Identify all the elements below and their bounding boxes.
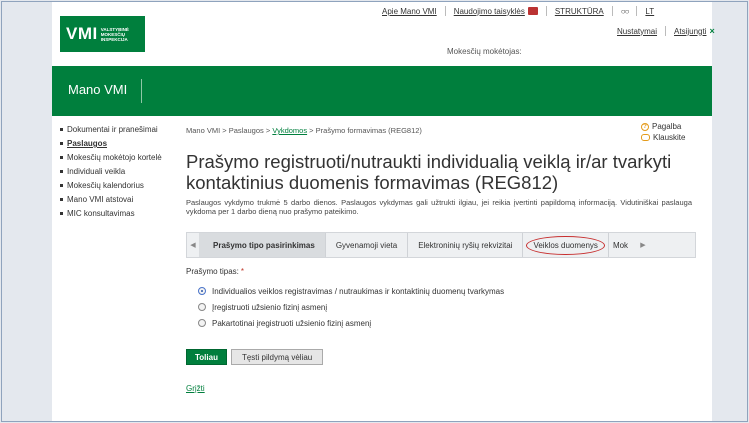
bullet-icon — [60, 156, 63, 159]
radio-button[interactable] — [198, 319, 206, 327]
payer-label: Mokesčių mokėtojas: — [447, 47, 522, 56]
radio-label[interactable]: Individualios veiklos registravimas / nu… — [212, 287, 504, 296]
bullet-icon — [60, 184, 63, 187]
sidebar-item-label: Mano VMI atstovai — [67, 195, 134, 204]
glasses-icon[interactable]: ○○ — [621, 7, 630, 16]
banner-divider — [141, 79, 142, 103]
sidebar-item-label: Dokumentai ir pranešimai — [67, 125, 158, 134]
breadcrumb: Mano VMI > Paslaugos > Vykdomos > Prašym… — [186, 126, 422, 135]
settings-link[interactable]: Nustatymai — [617, 27, 657, 36]
sidebar-item-representatives[interactable]: Mano VMI atstovai — [60, 195, 170, 205]
bullet-icon — [60, 212, 63, 215]
radio-button[interactable] — [198, 287, 206, 295]
radio-button[interactable] — [198, 303, 206, 311]
radio-label[interactable]: Įregistruoti užsienio fizinį asmenį — [212, 303, 327, 312]
user-links: Nustatymai Atsijungti × — [617, 26, 715, 36]
bullet-icon — [60, 142, 63, 145]
step-more[interactable]: Mok — [609, 233, 637, 257]
logo-text: VMI — [66, 24, 98, 43]
sidebar-item-label: Individuali veikla — [67, 167, 126, 176]
radio-option[interactable]: Pakartotinai įregistruoti užsienio fizin… — [198, 315, 504, 331]
page-title: Prašymo registruoti/nutraukti individual… — [186, 151, 672, 193]
sidebar-item-documents[interactable]: Dokumentai ir pranešimai — [60, 125, 170, 135]
divider — [545, 6, 547, 16]
logo-subtitle: VALSTYBINĖ MOKESČIŲ INSPEKCIJA — [101, 27, 129, 42]
ask-link[interactable]: Klauskite — [641, 133, 685, 142]
ask-label: Klauskite — [653, 133, 686, 142]
back-link[interactable]: Grįžti — [186, 384, 205, 393]
sidebar-item-label: Mokesčių mokėtojo kortelė — [67, 153, 162, 162]
sidebar-item-tax-calendar[interactable]: Mokesčių kalendorius — [60, 181, 170, 191]
book-icon — [527, 7, 538, 16]
close-icon[interactable]: × — [709, 26, 714, 36]
bullet-icon — [60, 128, 63, 131]
language-link[interactable]: LT — [645, 7, 654, 16]
radio-option[interactable]: Individualios veiklos registravimas / nu… — [198, 283, 504, 299]
rules-link-label: Naudojimo taisyklės — [453, 6, 525, 16]
continue-later-button[interactable]: Tęsti pildymą vėliau — [230, 349, 324, 365]
sidebar-item-services[interactable]: Paslaugos — [60, 139, 170, 149]
breadcrumb-sep: > — [307, 126, 316, 135]
divider — [611, 6, 613, 16]
sidebar-item-label: MIC konsultavimas — [67, 209, 135, 218]
help-link[interactable]: ? Pagalba — [641, 122, 685, 131]
highlight-circle — [526, 236, 605, 255]
chevron-left-icon[interactable]: ◀ — [187, 241, 199, 249]
sidebar-item-label: Mokesčių kalendorius — [67, 181, 144, 190]
request-type-options: Individualios veiklos registravimas / nu… — [198, 283, 504, 331]
logo-sub-line: INSPEKCIJA — [100, 36, 128, 42]
about-link[interactable]: Apie Mano VMI — [382, 7, 437, 16]
help-box: ? Pagalba Klauskite — [641, 122, 685, 144]
vmi-logo[interactable]: VMI VALSTYBINĖ MOKESČIŲ INSPEKCIJA — [60, 16, 145, 52]
page: VMI VALSTYBINĖ MOKESČIŲ INSPEKCIJA Apie … — [52, 2, 715, 421]
chat-bubble-icon — [641, 134, 650, 141]
divider — [665, 26, 667, 36]
breadcrumb-item[interactable]: Paslaugos — [229, 126, 264, 135]
banner-title[interactable]: Mano VMI — [68, 82, 127, 97]
browser-frame: VMI VALSTYBINĖ MOKESČIŲ INSPEKCIJA Apie … — [1, 1, 748, 422]
structure-link[interactable]: STRUKTŪRA — [555, 7, 604, 16]
step-activity-data[interactable]: Veiklos duomenys — [523, 233, 609, 257]
bullet-icon — [60, 198, 63, 201]
required-mark: * — [240, 267, 245, 276]
top-links: Apie Mano VMI Naudojimo taisyklės STRUKT… — [382, 6, 654, 16]
chevron-right-icon[interactable]: ▶ — [637, 241, 649, 249]
breadcrumb-item[interactable]: Vykdomos — [272, 126, 307, 135]
radio-option[interactable]: Įregistruoti užsienio fizinį asmenį — [198, 299, 504, 315]
breadcrumb-item[interactable]: Mano VMI — [186, 126, 220, 135]
step-electronic-contacts[interactable]: Elektroninių ryšių rekvizitai — [408, 233, 524, 257]
step-navigation: ◀ Prašymo tipo pasirinkimas Gyvenamoji v… — [186, 232, 696, 258]
label-text: Prašymo tipas: — [186, 267, 239, 276]
divider — [444, 6, 446, 16]
logout-link[interactable]: Atsijungti — [674, 27, 706, 36]
step-residence[interactable]: Gyvenamoji vieta — [326, 233, 409, 257]
sidebar-item-label: Paslaugos — [67, 139, 108, 148]
bullet-icon — [60, 170, 63, 173]
sidebar-item-taxpayer-card[interactable]: Mokesčių mokėtojo kortelė — [60, 153, 170, 163]
divider — [636, 6, 638, 16]
question-icon: ? — [641, 122, 649, 131]
sidebar-item-individual-activity[interactable]: Individuali veikla — [60, 167, 170, 177]
radio-label[interactable]: Pakartotinai įregistruoti užsienio fizin… — [212, 319, 371, 328]
rules-link[interactable]: Naudojimo taisyklės — [454, 7, 538, 16]
next-button[interactable]: Toliau — [186, 349, 227, 365]
sidebar-item-mic-consulting[interactable]: MIC konsultavimas — [60, 209, 170, 219]
form-actions: Toliau Tęsti pildymą vėliau — [186, 349, 324, 365]
step-request-type[interactable]: Prašymo tipo pasirinkimas — [199, 233, 326, 257]
breadcrumb-current: Prašymo formavimas (REG812) — [315, 126, 422, 135]
request-type-label: Prašymo tipas: * — [186, 267, 244, 276]
banner: Mano VMI — [52, 66, 712, 116]
breadcrumb-sep: > — [220, 126, 229, 135]
help-label: Pagalba — [652, 122, 682, 131]
sidebar: Dokumentai ir pranešimai Paslaugos Mokes… — [60, 125, 170, 223]
page-description: Paslaugos vykdymo trukmė 5 darbo dienos.… — [186, 198, 692, 216]
